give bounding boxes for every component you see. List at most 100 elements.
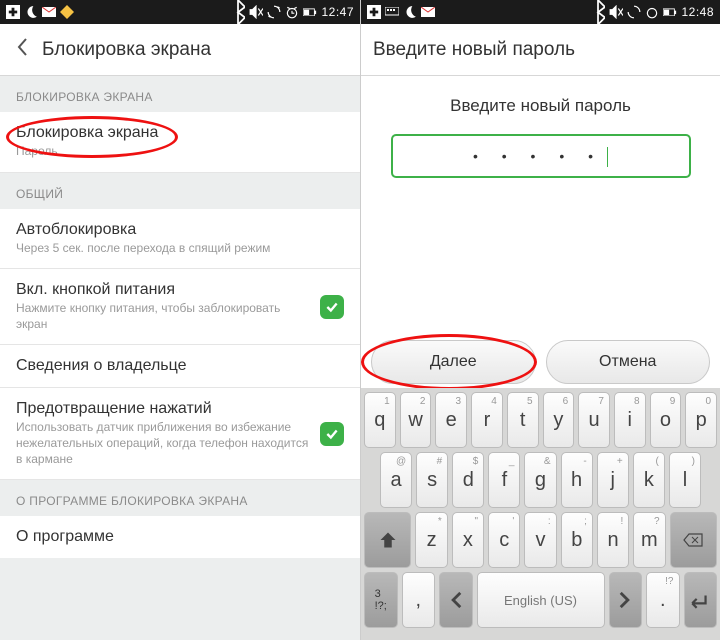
- password-mask: • • • • •: [473, 148, 603, 164]
- item-power-lock[interactable]: Вкл. кнопкой питания Нажмите кнопку пита…: [0, 269, 360, 345]
- key-z[interactable]: z*: [415, 512, 447, 568]
- status-time: 12:48: [681, 5, 714, 19]
- key-hint: 6: [563, 396, 569, 407]
- app-icon: [60, 5, 74, 19]
- period-key[interactable]: .!?: [646, 572, 680, 628]
- key-s[interactable]: s#: [416, 452, 448, 508]
- screen-header: Блокировка экрана: [0, 24, 360, 76]
- key-m[interactable]: m?: [633, 512, 665, 568]
- key-d[interactable]: d$: [452, 452, 484, 508]
- bluetooth-icon: [591, 5, 605, 19]
- key-hint: ?: [654, 516, 660, 527]
- password-input[interactable]: • • • • •: [391, 134, 691, 178]
- key-label: g: [535, 469, 546, 492]
- backspace-key[interactable]: [670, 512, 717, 568]
- key-hint: 8: [634, 396, 640, 407]
- button-row: Далее Отмена: [361, 340, 720, 384]
- header-title: Блокировка экрана: [42, 39, 211, 61]
- key-hint: *: [438, 516, 442, 527]
- key-label: j: [610, 469, 614, 492]
- sync-icon: [267, 5, 281, 19]
- mute-icon: [249, 5, 263, 19]
- checkbox-on-icon[interactable]: [320, 295, 344, 319]
- key-label: l: [683, 469, 687, 492]
- key-l[interactable]: l): [669, 452, 701, 508]
- key-n[interactable]: n!: [597, 512, 629, 568]
- key-o[interactable]: o9: [650, 392, 682, 448]
- key-w[interactable]: w2: [400, 392, 432, 448]
- key-b[interactable]: b;: [561, 512, 593, 568]
- key-v[interactable]: v:: [524, 512, 556, 568]
- key-q[interactable]: q1: [364, 392, 396, 448]
- key-i[interactable]: i8: [614, 392, 646, 448]
- key-u[interactable]: u7: [578, 392, 610, 448]
- key-k[interactable]: k(: [633, 452, 665, 508]
- key-e[interactable]: e3: [435, 392, 467, 448]
- key-hint: #: [437, 456, 443, 467]
- key-p[interactable]: p0: [685, 392, 717, 448]
- settings-screen: 12:47 Блокировка экрана БЛОКИРОВКА ЭКРАН…: [0, 0, 360, 640]
- key-label: k: [644, 469, 654, 492]
- shift-key[interactable]: [364, 512, 411, 568]
- item-owner-info[interactable]: Сведения о владельце: [0, 345, 360, 388]
- next-button[interactable]: Далее: [371, 340, 536, 384]
- moon-icon: [24, 5, 38, 19]
- key-label: h: [571, 469, 582, 492]
- key-j[interactable]: j+: [597, 452, 629, 508]
- key-label: y: [553, 409, 563, 432]
- screen-header: Введите новый пароль: [361, 24, 720, 76]
- key-hint: $: [473, 456, 479, 467]
- lang-prev-key[interactable]: [439, 572, 473, 628]
- enter-key[interactable]: [684, 572, 718, 628]
- alarm-icon: [645, 5, 659, 19]
- key-c[interactable]: c': [488, 512, 520, 568]
- item-title: Автоблокировка: [16, 221, 270, 239]
- alarm-icon: [285, 5, 299, 19]
- key-y[interactable]: y6: [543, 392, 575, 448]
- moon-icon: [403, 5, 417, 19]
- battery-icon: [663, 5, 677, 19]
- item-title: Предотвращение нажатий: [16, 400, 310, 418]
- mail-icon: [42, 5, 56, 19]
- key-x[interactable]: x": [452, 512, 484, 568]
- key-hint: @: [396, 456, 406, 467]
- cancel-button[interactable]: Отмена: [546, 340, 711, 384]
- symbols-key[interactable]: 3 !?;: [364, 572, 398, 628]
- keyboard: q1w2e3r4t5y6u7i8o9p0 a@s#d$f_g&h-j+k(l) …: [361, 388, 720, 640]
- item-sub: Пароль: [16, 144, 158, 160]
- comma-key[interactable]: ,: [402, 572, 436, 628]
- cancel-label: Отмена: [599, 353, 656, 371]
- key-r[interactable]: r4: [471, 392, 503, 448]
- lang-next-key[interactable]: [609, 572, 643, 628]
- item-screen-lock[interactable]: Блокировка экрана Пароль: [0, 112, 360, 173]
- item-about[interactable]: О программе: [0, 516, 360, 558]
- back-icon[interactable]: [12, 37, 32, 62]
- key-t[interactable]: t5: [507, 392, 539, 448]
- key-hint: ;: [584, 516, 587, 527]
- checkbox-on-icon[interactable]: [320, 422, 344, 446]
- key-hint: 2: [420, 396, 426, 407]
- space-key[interactable]: English (US): [477, 572, 605, 628]
- key-f[interactable]: f_: [488, 452, 520, 508]
- caret-icon: [607, 147, 608, 167]
- key-hint: ": [474, 516, 478, 527]
- password-screen: 12:48 Введите новый пароль Введите новый…: [360, 0, 720, 640]
- key-label: q: [374, 409, 385, 432]
- key-hint: ): [692, 456, 695, 467]
- key-a[interactable]: a@: [380, 452, 412, 508]
- key-label: i: [628, 409, 632, 432]
- item-auto-lock[interactable]: Автоблокировка Через 5 сек. после перехо…: [0, 209, 360, 270]
- key-label: x: [463, 529, 473, 552]
- password-prompt: Введите новый пароль: [450, 96, 631, 116]
- key-g[interactable]: g&: [524, 452, 556, 508]
- section-label: О ПРОГРАММЕ БЛОКИРОВКА ЭКРАНА: [0, 480, 360, 516]
- key-label: n: [608, 529, 619, 552]
- key-hint: 0: [705, 396, 711, 407]
- key-h[interactable]: h-: [561, 452, 593, 508]
- item-sub: Через 5 сек. после перехода в спящий реж…: [16, 241, 270, 257]
- item-prevent-touch[interactable]: Предотвращение нажатий Использовать датч…: [0, 388, 360, 480]
- key-hint: ': [512, 516, 514, 527]
- item-title: О программе: [16, 528, 114, 546]
- key-hint: 1: [384, 396, 390, 407]
- mute-icon: [609, 5, 623, 19]
